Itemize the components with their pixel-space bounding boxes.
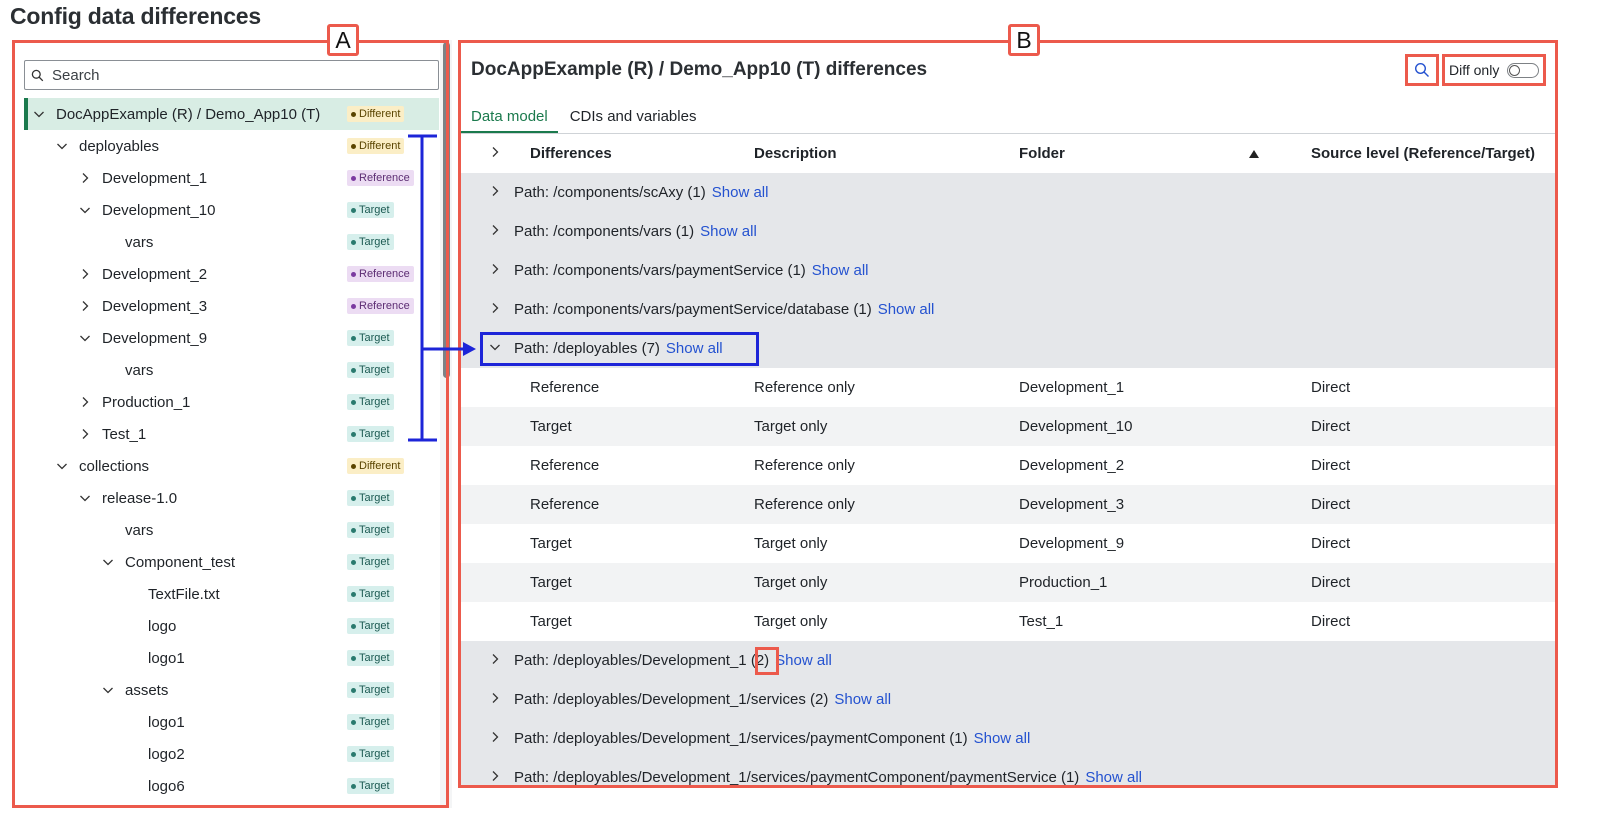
panel-a-highlight [12,40,449,808]
page-title: Config data differences [10,3,261,29]
panel-b-highlight [458,40,1558,788]
callout-label-b: B [1008,24,1040,56]
callout-label-a: A [327,24,359,56]
